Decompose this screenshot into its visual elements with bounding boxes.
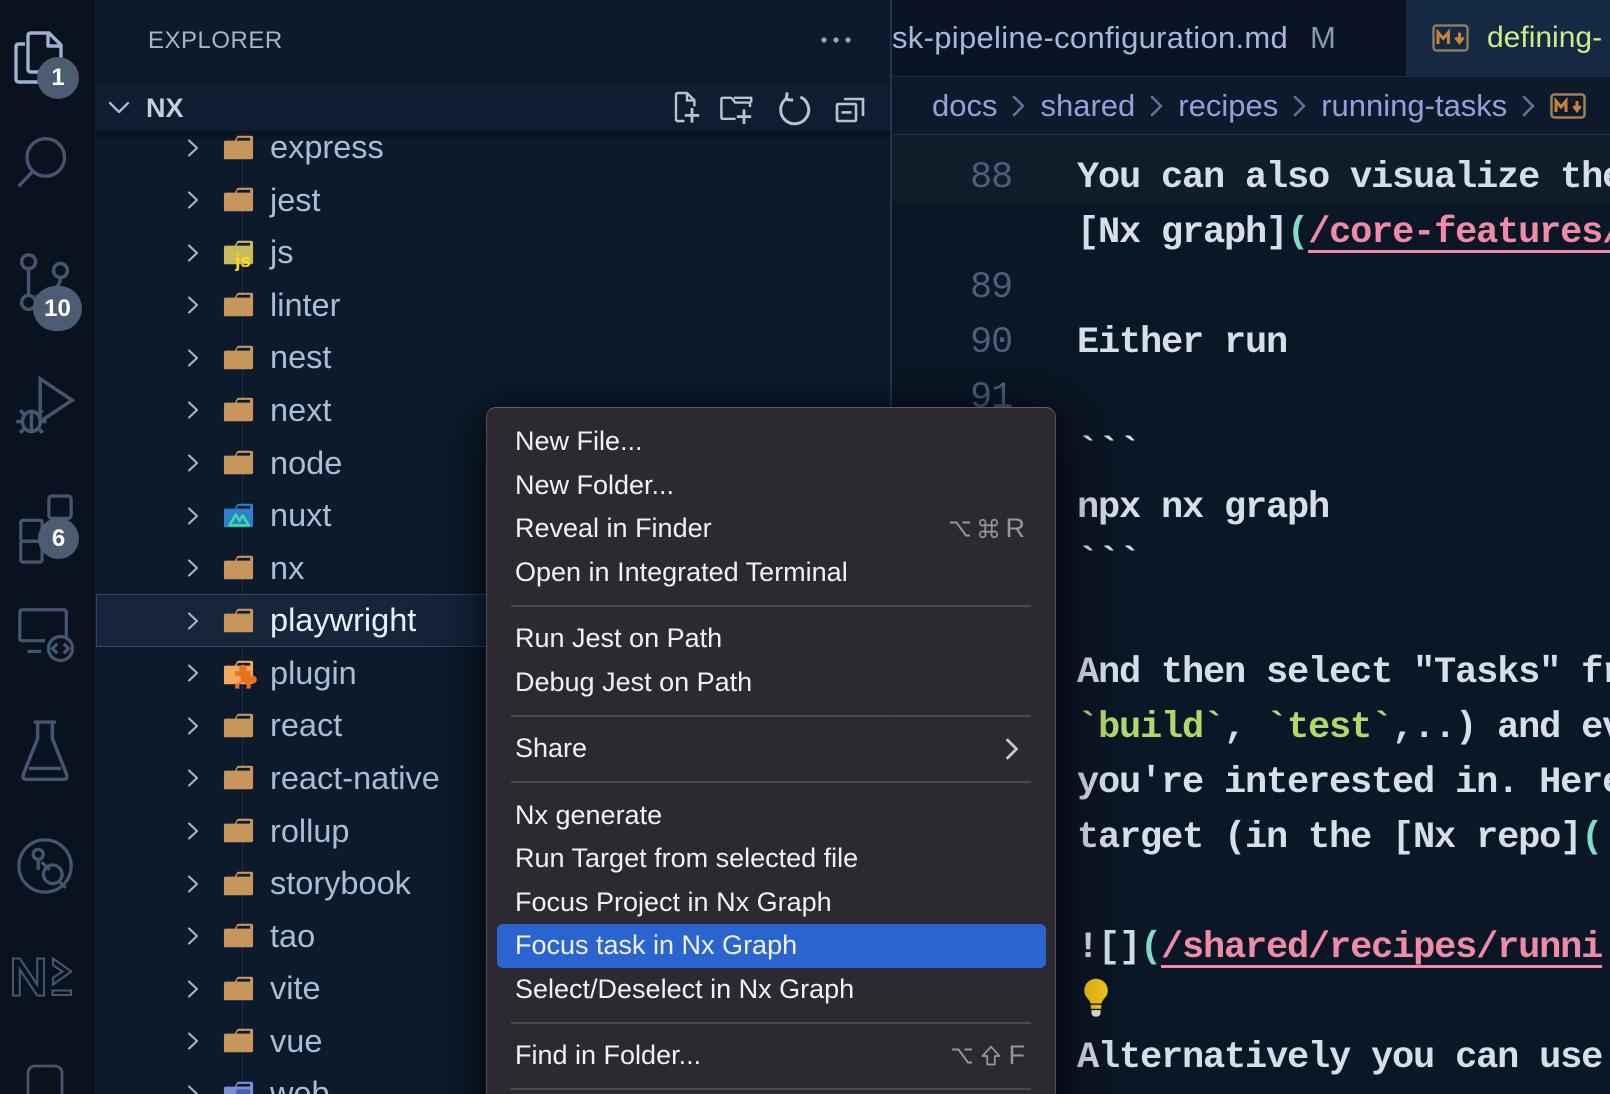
svg-text:js: js [234,250,251,271]
